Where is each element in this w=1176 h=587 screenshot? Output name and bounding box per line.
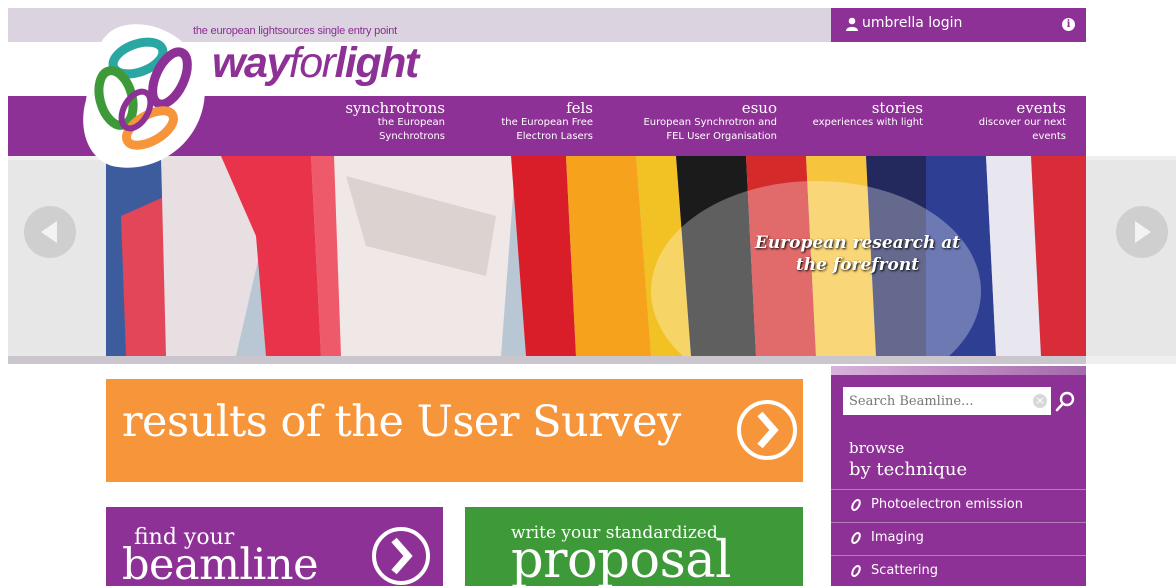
technique-photoelectron-emission[interactable]: Photoelectron emission (831, 489, 1086, 521)
search-beamline-input[interactable] (843, 387, 1023, 415)
search-box: × (843, 387, 1051, 415)
survey-text: results of the User Survey (122, 397, 681, 447)
technique-label: Photoelectron emission (871, 497, 1023, 512)
slide-caption: European research at the forefront (700, 232, 1015, 276)
slider-next-preview (1086, 160, 1176, 356)
slider-bottom-bar (8, 356, 1086, 364)
nav-subtitle: events (1032, 131, 1066, 142)
nav-title: esuo (741, 99, 777, 117)
nav-subtitle: FEL User Organisation (666, 131, 777, 142)
caption-line: European research at (754, 233, 961, 253)
clear-search-icon[interactable]: × (1033, 394, 1047, 408)
browse-heading: browse by technique (849, 438, 967, 482)
user-survey-banner[interactable]: results of the User Survey (106, 379, 803, 482)
browse-line1: browse (849, 439, 905, 457)
nav-subtitle: discover our next (978, 117, 1066, 128)
nav-item-events[interactable]: events discover our next events (950, 100, 1066, 144)
wayforlight-logo[interactable] (82, 20, 214, 172)
info-icon[interactable]: i (1062, 18, 1075, 31)
nav-item-stories[interactable]: stories experiences with light (796, 100, 923, 130)
nav-title: events (1016, 99, 1066, 117)
chevron-right-icon (391, 537, 413, 575)
write-proposal-banner[interactable]: write your standardized proposal (465, 507, 803, 586)
technique-label: Scattering (871, 563, 939, 578)
survey-chevron-icon[interactable] (737, 400, 797, 460)
browse-line2: by technique (849, 459, 968, 480)
nav-title: synchrotrons (345, 99, 445, 117)
nav-item-fels[interactable]: fels the European Free Electron Lasers (470, 100, 593, 144)
nav-subtitle: the European (377, 117, 445, 128)
technique-icon (851, 565, 861, 577)
proposal-line2: proposal (511, 531, 731, 586)
caption-line: the forefront (795, 255, 920, 275)
nav-title: stories (871, 99, 923, 117)
brand-for: for (288, 39, 336, 87)
arrow-right-icon (1135, 221, 1151, 243)
sidebar-top-bar (831, 366, 1086, 375)
user-icon (846, 17, 858, 31)
slider-prev-preview (8, 160, 106, 356)
slider-next-button[interactable] (1116, 206, 1168, 258)
nav-subtitle: experiences with light (812, 117, 923, 128)
find-beamline-banner[interactable]: find your beamline (106, 507, 443, 586)
technique-imaging[interactable]: Imaging (831, 522, 1086, 554)
nav-subtitle: Electron Lasers (516, 131, 593, 142)
brand-wordmark[interactable]: wayforlight (212, 38, 419, 88)
beamline-chevron-icon (372, 527, 430, 585)
technique-icon (851, 532, 861, 544)
technique-scattering[interactable]: Scattering (831, 555, 1086, 587)
nav-item-synchrotrons[interactable]: synchrotrons the European Synchrotrons (330, 100, 445, 144)
search-icon[interactable] (1054, 389, 1078, 413)
nav-subtitle: Synchrotrons (379, 131, 445, 142)
chevron-right-icon (757, 411, 779, 449)
beamline-line2: beamline (122, 540, 319, 586)
brand-way: way (212, 39, 290, 87)
technique-label: Imaging (871, 530, 924, 545)
slider-prev-button[interactable] (24, 206, 76, 258)
umbrella-login-button[interactable]: umbrella login i (831, 8, 1086, 42)
arrow-left-icon (41, 221, 57, 243)
tagline: the european lightsources single entry p… (193, 25, 398, 37)
login-label: umbrella login (862, 15, 963, 31)
technique-icon (851, 499, 861, 511)
brand-light: light (334, 39, 419, 87)
nav-subtitle: European Synchrotron and (643, 117, 777, 128)
nav-title: fels (566, 99, 593, 117)
nav-subtitle: the European Free (501, 117, 593, 128)
nav-item-esuo[interactable]: esuo European Synchrotron and FEL User O… (616, 100, 777, 144)
